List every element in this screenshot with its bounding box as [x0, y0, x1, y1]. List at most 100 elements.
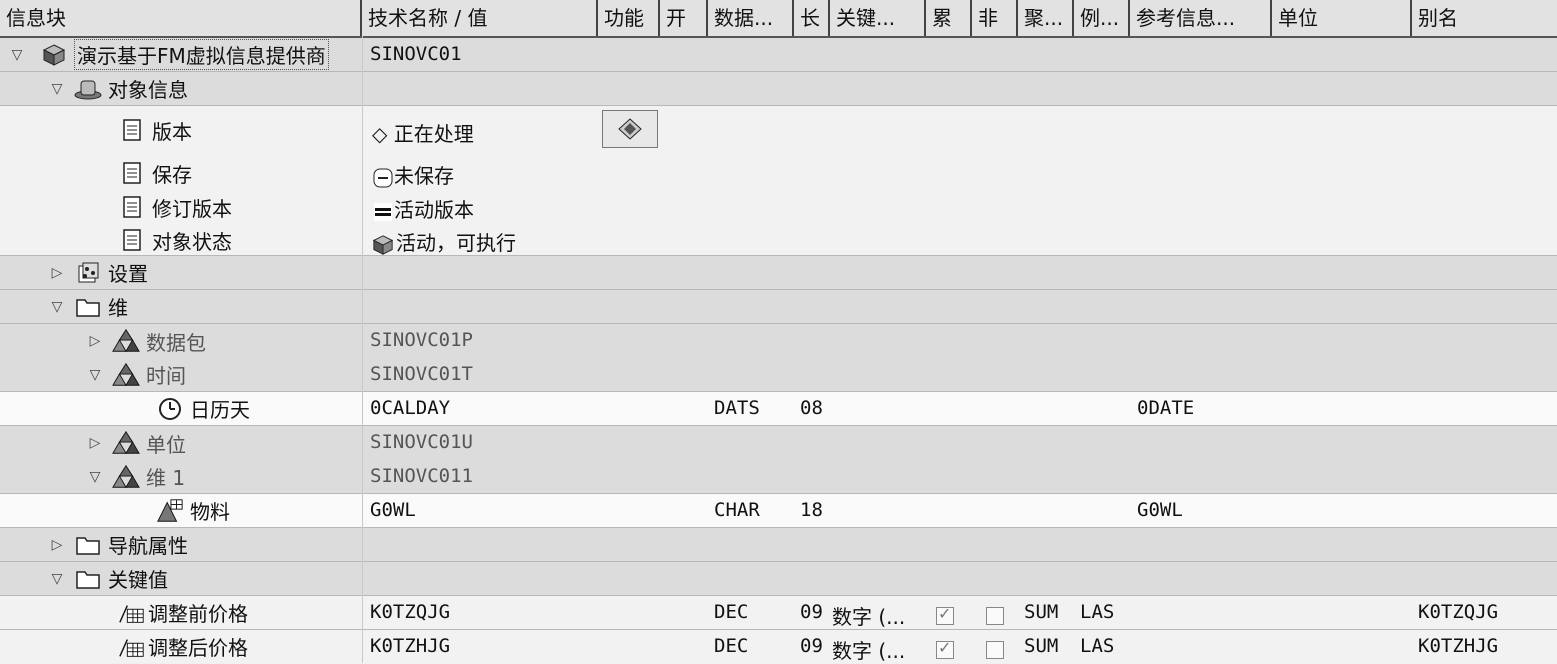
noncumulative-checkbox[interactable] [986, 640, 1004, 659]
infocube-icon [40, 41, 68, 69]
tree-label: 维 1 [146, 466, 186, 490]
document-icon [118, 116, 146, 144]
version-toggle-button[interactable] [602, 110, 658, 148]
tree-row-save[interactable]: 保存 未保存 [0, 156, 1557, 190]
document-icon [118, 159, 146, 187]
dimension-icon [112, 463, 140, 491]
noncumulative-checkbox[interactable] [986, 606, 1004, 625]
key-type: 数字 (... [832, 639, 906, 663]
document-icon [118, 226, 146, 254]
tree-row-version[interactable]: 版本 ◇ 正在处理 [0, 112, 1557, 148]
minus-icon [372, 167, 394, 189]
col-unit[interactable]: 单位 [1272, 0, 1412, 36]
collapse-triangle-icon[interactable]: ▷ [48, 537, 66, 553]
tree-label: 对象状态 [152, 229, 232, 254]
tech-name: SINOVC01P [370, 329, 473, 351]
keyfigure-icon [118, 633, 146, 661]
col-length[interactable]: 长 [794, 0, 830, 36]
length: 08 [800, 397, 823, 419]
col-open[interactable]: 开 [660, 0, 708, 36]
col-function[interactable]: 功能 [598, 0, 660, 36]
expand-triangle-icon[interactable]: ▽ [48, 571, 66, 587]
length: 18 [800, 499, 823, 521]
col-aggregation[interactable]: 聚... [1018, 0, 1074, 36]
tree-row-data-package[interactable]: ▷ 数据包 SINOVC01P [0, 324, 1557, 358]
col-refinfo[interactable]: 参考信息... [1130, 0, 1272, 36]
tree-row-keyfigure-before[interactable]: 调整前价格 K0TZQJG DEC 09 数字 (... SUM LAS K0T… [0, 596, 1557, 630]
dimension-icon [112, 327, 140, 355]
col-infoblock[interactable]: 信息块 [0, 0, 362, 36]
tree-label: 日历天 [190, 398, 250, 422]
version-switch-icon [618, 118, 642, 140]
expand-triangle-icon[interactable]: ▽ [48, 299, 66, 315]
dimension-icon [112, 361, 140, 389]
alias: K0TZQJG [1418, 601, 1499, 623]
col-datatype[interactable]: 数据... [708, 0, 794, 36]
expand-triangle-icon[interactable]: ▽ [86, 469, 104, 485]
data-type: DATS [714, 397, 760, 419]
tech-name: G0WL [370, 499, 416, 521]
tree-row-nav-attributes[interactable]: ▷ 导航属性 [0, 528, 1557, 562]
tech-name: K0TZQJG [370, 601, 451, 623]
infocube-icon [370, 233, 396, 257]
tree-label: 导航属性 [108, 534, 188, 558]
expand-triangle-icon[interactable]: ▽ [86, 367, 104, 383]
tree-row-revision[interactable]: 修订版本 活动版本 [0, 190, 1557, 224]
cumulative-checkbox[interactable] [936, 638, 954, 659]
tree-label: 时间 [146, 364, 186, 388]
tree-row-key-figures[interactable]: ▽ 关键值 [0, 562, 1557, 596]
tree-label: 保存 [152, 162, 192, 187]
dimension-icon [112, 429, 140, 457]
tree-row-material[interactable]: 物料 G0WL CHAR 18 G0WL [0, 494, 1557, 528]
expand-triangle-icon[interactable]: ▽ [48, 81, 66, 97]
tree-row-settings[interactable]: ▷ 设置 [0, 256, 1557, 290]
cumulative-checkbox[interactable] [936, 604, 954, 625]
collapse-triangle-icon[interactable]: ▷ [86, 435, 104, 451]
tech-name: SINOVC01U [370, 431, 473, 453]
tech-name: SINOVC01 [370, 43, 462, 65]
col-exception[interactable]: 例... [1074, 0, 1130, 36]
column-header-bar: 信息块 技术名称 / 值 功能 开 数据... 长 关键... 累 非 聚...… [0, 0, 1557, 38]
clock-icon [156, 395, 184, 423]
tree-row-dimension-1[interactable]: ▽ 维 1 SINOVC011 [0, 460, 1557, 494]
tech-name: K0TZHJG [370, 635, 451, 657]
folder-icon [74, 531, 102, 559]
characteristic-icon [156, 497, 184, 525]
data-type: CHAR [714, 499, 760, 521]
column-divider [362, 36, 363, 663]
tree-row-calendar-day[interactable]: 日历天 0CALDAY DATS 08 0DATE [0, 392, 1557, 426]
tree-row-unit[interactable]: ▷ 单位 SINOVC01U [0, 426, 1557, 460]
expand-triangle-icon[interactable]: ▽ [8, 47, 26, 63]
col-keytype[interactable]: 关键... [830, 0, 926, 36]
tree-row-object-status[interactable]: 对象状态 活动，可执行 [0, 224, 1557, 256]
folder-icon [74, 565, 102, 593]
tree-row-time[interactable]: ▽ 时间 SINOVC01T [0, 358, 1557, 392]
tree-label: 对象信息 [108, 78, 188, 102]
settings-icon [74, 259, 102, 287]
status-value: 活动，可执行 [396, 231, 516, 255]
aggregation: SUM [1024, 601, 1059, 623]
col-techname[interactable]: 技术名称 / 值 [362, 0, 598, 36]
tech-name: 0CALDAY [370, 397, 451, 419]
tree-row-keyfigure-after[interactable]: 调整后价格 K0TZHJG DEC 09 数字 (... SUM LAS K0T… [0, 630, 1557, 663]
tree-row-object-info[interactable]: ▽ 对象信息 [0, 72, 1557, 106]
col-alias[interactable]: 别名 [1412, 0, 1557, 36]
tree-label: 设置 [108, 262, 148, 286]
save-value: 未保存 [394, 164, 454, 188]
tree-label: 版本 [152, 119, 192, 144]
collapse-triangle-icon[interactable]: ▷ [86, 333, 104, 349]
reference-info: 0DATE [1137, 397, 1195, 419]
col-cumulative[interactable]: 累 [926, 0, 972, 36]
infoprovider-tree-grid: 信息块 技术名称 / 值 功能 开 数据... 长 关键... 累 非 聚...… [0, 0, 1557, 663]
tree-label: 数据包 [146, 330, 206, 355]
tree-label: 物料 [190, 500, 230, 524]
col-noncum[interactable]: 非 [972, 0, 1018, 36]
tree-row-infoprovider[interactable]: ▽ 演示基于FM虚拟信息提供商 SINOVC01 [0, 38, 1557, 72]
tree-label: 关键值 [108, 568, 168, 592]
tree-label: 演示基于FM虚拟信息提供商 [74, 39, 329, 70]
collapse-triangle-icon[interactable]: ▷ [48, 265, 66, 281]
object-info-icon [74, 75, 102, 103]
keyfigure-icon [118, 599, 146, 627]
tree-row-dimensions[interactable]: ▽ 维 [0, 290, 1557, 324]
folder-icon [74, 293, 102, 321]
